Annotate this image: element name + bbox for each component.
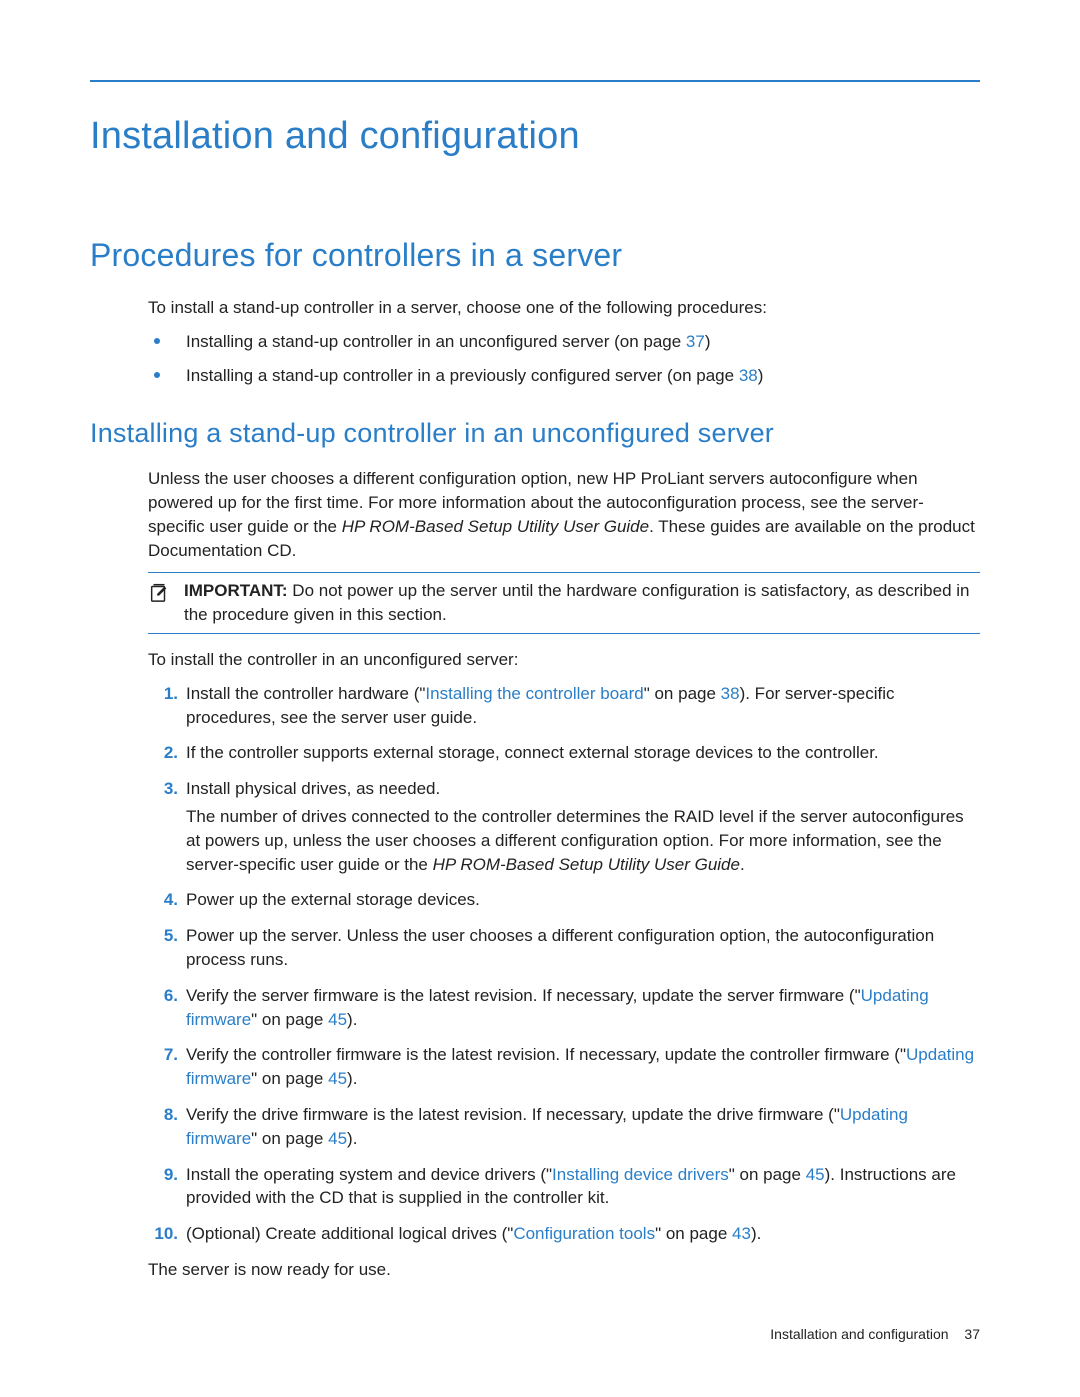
text: " on page	[729, 1165, 806, 1184]
guide-title-italic: HP ROM-Based Setup Utility User Guide	[342, 517, 649, 536]
step-item: 5. Power up the server. Unless the user …	[148, 924, 980, 972]
bullet-item: Installing a stand-up controller in an u…	[148, 330, 980, 354]
text: ).	[751, 1224, 761, 1243]
paragraph: Unless the user chooses a different conf…	[148, 467, 980, 562]
step-number: 8.	[148, 1103, 178, 1127]
step-number: 1.	[148, 682, 178, 706]
cross-ref-link[interactable]: Installing the controller board	[425, 684, 643, 703]
page-ref-link[interactable]: 37	[686, 332, 705, 351]
important-body: Do not power up the server until the har…	[184, 581, 970, 624]
text: Install the controller hardware ("	[186, 684, 425, 703]
step-number: 6.	[148, 984, 178, 1008]
important-callout: IMPORTANT: Do not power up the server un…	[148, 572, 980, 634]
text: Install the operating system and device …	[186, 1165, 552, 1184]
text: ).	[347, 1129, 357, 1148]
guide-title-italic: HP ROM-Based Setup Utility User Guide	[433, 855, 740, 874]
subsection-title: Installing a stand-up controller in an u…	[90, 415, 980, 453]
text: " on page	[655, 1224, 732, 1243]
page-ref-link[interactable]: 45	[328, 1010, 347, 1029]
step-extra: The number of drives connected to the co…	[186, 805, 980, 876]
step-item: 6. Verify the server firmware is the lat…	[148, 984, 980, 1032]
step-item: 10. (Optional) Create additional logical…	[148, 1222, 980, 1246]
bullet-text: Installing a stand-up controller in a pr…	[186, 366, 739, 385]
text: Install physical drives, as needed.	[186, 777, 980, 801]
procedure-bullets: Installing a stand-up controller in an u…	[148, 330, 980, 388]
intro-line: To install a stand-up controller in a se…	[148, 296, 980, 320]
text: ).	[347, 1010, 357, 1029]
page-ref-link[interactable]: 43	[732, 1224, 751, 1243]
text: " on page	[251, 1010, 328, 1029]
step-item: 4. Power up the external storage devices…	[148, 888, 980, 912]
step-number: 3.	[148, 777, 178, 801]
step-item: 8. Verify the drive firmware is the late…	[148, 1103, 980, 1151]
step-item: 3. Install physical drives, as needed. T…	[148, 777, 980, 876]
text: Verify the drive firmware is the latest …	[186, 1105, 840, 1124]
footer-page-number: 37	[964, 1326, 980, 1342]
page-ref-link[interactable]: 38	[721, 684, 740, 703]
step-number: 10.	[148, 1222, 178, 1246]
closing-line: The server is now ready for use.	[148, 1258, 980, 1282]
cross-ref-link[interactable]: Configuration tools	[513, 1224, 655, 1243]
text: " on page	[251, 1069, 328, 1088]
text: Verify the server firmware is the latest…	[186, 986, 861, 1005]
bullet-item: Installing a stand-up controller in a pr…	[148, 364, 980, 388]
cross-ref-link[interactable]: Installing device drivers	[552, 1165, 729, 1184]
text: Verify the controller firmware is the la…	[186, 1045, 906, 1064]
step-item: 2. If the controller supports external s…	[148, 741, 980, 765]
page-footer: Installation and configuration 37	[770, 1325, 980, 1345]
text: " on page	[644, 684, 721, 703]
text: Power up the external storage devices.	[186, 888, 980, 912]
page-ref-link[interactable]: 45	[328, 1129, 347, 1148]
step-number: 5.	[148, 924, 178, 948]
bullet-text-post: )	[705, 332, 711, 351]
step-number: 7.	[148, 1043, 178, 1067]
important-label: IMPORTANT:	[184, 581, 288, 600]
note-icon	[148, 581, 170, 610]
text: .	[740, 855, 745, 874]
text: (Optional) Create additional logical dri…	[186, 1224, 513, 1243]
step-number: 9.	[148, 1163, 178, 1187]
chapter-title: Installation and configuration	[90, 110, 980, 163]
text: ).	[347, 1069, 357, 1088]
page-ref-link[interactable]: 38	[739, 366, 758, 385]
step-item: 9. Install the operating system and devi…	[148, 1163, 980, 1211]
important-text: IMPORTANT: Do not power up the server un…	[184, 579, 980, 627]
page-ref-link[interactable]: 45	[806, 1165, 825, 1184]
step-number: 2.	[148, 741, 178, 765]
text: " on page	[251, 1129, 328, 1148]
text: Power up the server. Unless the user cho…	[186, 924, 980, 972]
section-title: Procedures for controllers in a server	[90, 233, 980, 278]
page-ref-link[interactable]: 45	[328, 1069, 347, 1088]
step-number: 4.	[148, 888, 178, 912]
bullet-text: Installing a stand-up controller in an u…	[186, 332, 686, 351]
to-install-line: To install the controller in an unconfig…	[148, 648, 980, 672]
step-item: 7. Verify the controller firmware is the…	[148, 1043, 980, 1091]
top-rule	[90, 80, 980, 82]
bullet-text-post: )	[758, 366, 764, 385]
install-steps: 1. Install the controller hardware ("Ins…	[148, 682, 980, 1246]
text: If the controller supports external stor…	[186, 741, 980, 765]
step-item: 1. Install the controller hardware ("Ins…	[148, 682, 980, 730]
footer-chapter: Installation and configuration	[770, 1326, 948, 1342]
